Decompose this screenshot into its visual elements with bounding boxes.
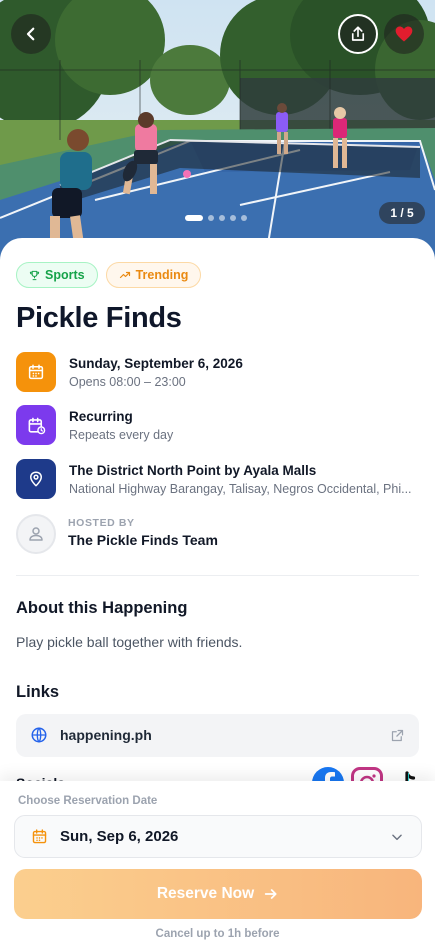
- favorite-button[interactable]: [384, 14, 424, 54]
- host-row[interactable]: HOSTED BY The Pickle Finds Team: [16, 514, 419, 554]
- recurring-label: Recurring: [69, 409, 133, 424]
- location-icon-tile: [16, 459, 56, 499]
- event-title: Pickle Finds: [16, 302, 182, 334]
- user-icon: [29, 527, 43, 541]
- tag-sports[interactable]: Sports: [16, 262, 98, 288]
- about-text: Play pickle ball together with friends.: [16, 634, 243, 650]
- calendar-icon-tile: [16, 352, 56, 392]
- calendar-icon: [32, 829, 47, 844]
- calendar-icon: [28, 364, 44, 380]
- share-button[interactable]: [338, 14, 378, 54]
- heart-icon: [395, 26, 413, 42]
- tag-list: Sports Trending: [16, 262, 202, 288]
- chevron-left-icon: [26, 27, 35, 41]
- reservation-date-label: Choose Reservation Date: [18, 795, 158, 807]
- divider: [16, 575, 419, 576]
- calendar-repeat-icon: [28, 417, 45, 434]
- event-recurring-row: Recurring Repeats every day: [16, 405, 419, 445]
- chevron-down-icon: [392, 834, 402, 841]
- reserve-now-button[interactable]: Reserve Now: [14, 869, 422, 919]
- link-label: happening.ph: [60, 727, 152, 743]
- carousel-dot[interactable]: [219, 215, 225, 221]
- carousel-dot[interactable]: [241, 215, 247, 221]
- recurring-icon-tile: [16, 405, 56, 445]
- reserve-button-label: Reserve Now: [156, 885, 255, 902]
- links-heading: Links: [16, 683, 60, 701]
- cancellation-note: Cancel up to 1h before: [155, 928, 280, 940]
- event-date: Sunday, September 6, 2026: [69, 356, 243, 371]
- link-item[interactable]: happening.ph: [16, 714, 419, 757]
- venue-address: National Highway Barangay, Talisay, Negr…: [69, 482, 412, 496]
- host-name: The Pickle Finds Team: [68, 532, 218, 548]
- arrow-right-icon: [264, 889, 277, 899]
- event-hours: Opens 08:00 – 23:00: [69, 375, 186, 389]
- event-date-row: Sunday, September 6, 2026 Opens 08:00 – …: [16, 352, 419, 392]
- external-link-icon: [391, 729, 404, 742]
- trophy-icon: [29, 270, 40, 280]
- image-counter: 1 / 5: [379, 202, 425, 224]
- recurring-detail: Repeats every day: [69, 428, 174, 442]
- reservation-date-select[interactable]: Sun, Sep 6, 2026: [14, 815, 422, 858]
- event-location-row[interactable]: The District North Point by Ayala Malls …: [16, 459, 419, 499]
- avatar: [16, 514, 56, 554]
- reservation-bar: Choose Reservation Date Sun, Sep 6, 2026…: [0, 781, 435, 952]
- location-pin-icon: [30, 471, 42, 487]
- tag-label: Sports: [45, 268, 85, 282]
- share-icon: [351, 26, 365, 41]
- hero-image[interactable]: 1 / 5: [0, 0, 435, 262]
- host-label: HOSTED BY: [68, 517, 135, 529]
- back-button[interactable]: [11, 14, 51, 54]
- about-heading: About this Happening: [16, 599, 188, 617]
- carousel-dot[interactable]: [230, 215, 236, 221]
- selected-date: Sun, Sep 6, 2026: [60, 828, 179, 845]
- carousel-dot[interactable]: [208, 215, 214, 221]
- venue-name: The District North Point by Ayala Malls: [69, 463, 317, 478]
- carousel-dots[interactable]: [185, 215, 247, 221]
- carousel-dot-active[interactable]: [185, 215, 203, 221]
- trending-up-icon: [119, 271, 130, 279]
- tag-label: Trending: [135, 268, 189, 282]
- tag-trending[interactable]: Trending: [105, 262, 202, 288]
- globe-icon: [31, 727, 47, 743]
